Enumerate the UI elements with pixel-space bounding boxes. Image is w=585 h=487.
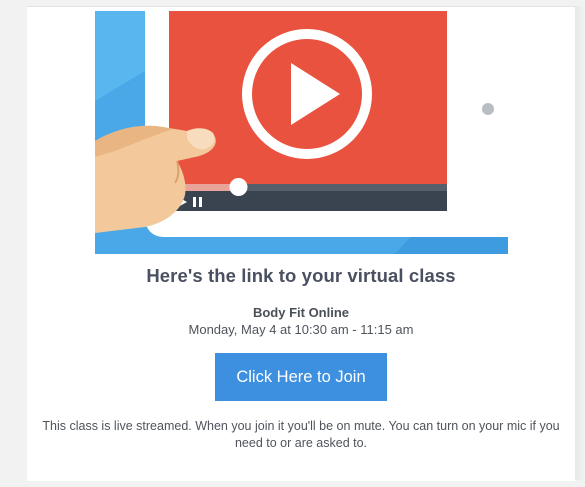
join-class-button[interactable]: Click Here to Join (215, 353, 387, 401)
class-name: Body Fit Online (252, 305, 350, 320)
email-heading: Here's the link to your virtual class (146, 265, 456, 286)
email-viewport: Here's the link to your virtual class Bo… (0, 0, 585, 487)
video-tablet-illustration (95, 11, 508, 254)
hero-image (95, 11, 508, 254)
page-edge (575, 6, 585, 480)
class-time: Monday, May 4 at 10:30 am - 11:15 am (188, 322, 414, 337)
tablet-home-button (482, 103, 494, 115)
pause-icon[interactable] (193, 197, 196, 207)
progress-knob[interactable] (229, 178, 248, 196)
live-stream-note: This class is live streamed. When you jo… (42, 419, 560, 450)
email-card: Here's the link to your virtual class Bo… (27, 6, 575, 481)
